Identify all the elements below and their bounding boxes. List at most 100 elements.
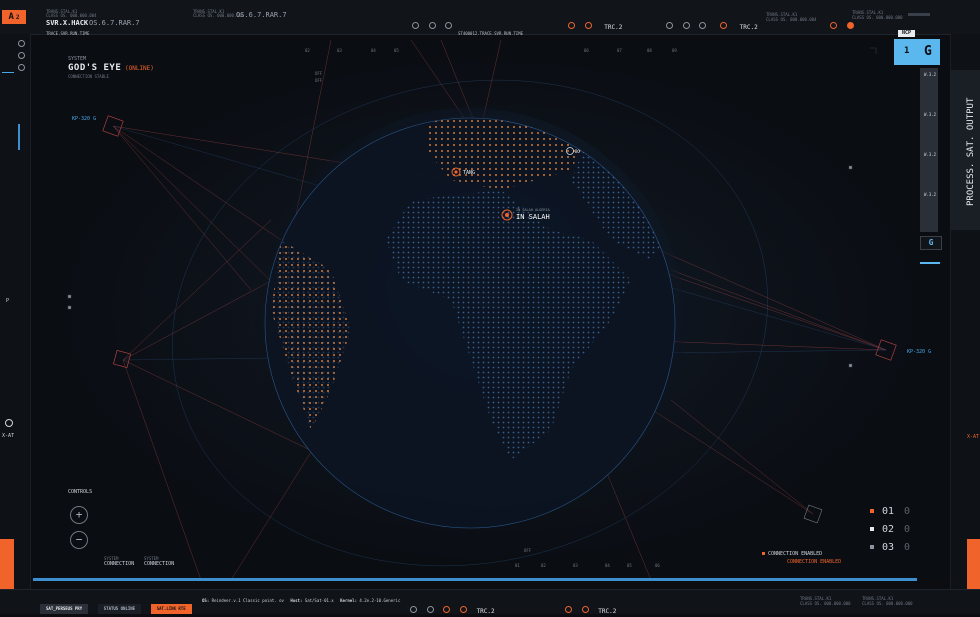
- right-rail-alert: [967, 539, 980, 589]
- legend-swatch: [870, 509, 874, 513]
- connection-enabled-row: CONNECTION ENABLED: [762, 551, 822, 557]
- target-icon[interactable]: [459, 606, 467, 613]
- grid-number: 03: [337, 48, 342, 53]
- system-status: (ONLINE): [125, 65, 154, 72]
- city-label-tang: TANG: [463, 170, 476, 176]
- system-label: SYSTEM: [68, 56, 87, 62]
- system-connection-value: CONNECTION: [104, 561, 135, 567]
- footer-kernel-value: 4.2e.2-10.Generic: [359, 598, 401, 603]
- grid-number-bottom: 04: [605, 563, 610, 568]
- footer-micro-4: CLASS OS. 000.000.000: [862, 601, 913, 606]
- progress-bar: [33, 578, 917, 581]
- controls-label: CONTROLS: [68, 489, 93, 495]
- legend-swatch: [870, 545, 874, 549]
- app-version-2: OS.6.7.RAR.7: [236, 11, 287, 19]
- grid-number: 04: [371, 48, 376, 53]
- left-rail-tick: [2, 72, 14, 73]
- app-version: OS.6.7.RAR.7: [89, 19, 140, 27]
- radio-icon[interactable]: [5, 419, 13, 427]
- footer-micro-2: CLASS OS. 000.000.000: [800, 601, 851, 606]
- system-connection-1: SYSTEM CONNECTION: [104, 556, 134, 567]
- city-label-bo: BO: [575, 149, 580, 154]
- grid-number-bottom: 01: [515, 563, 520, 568]
- right-panel-column: W.3.2 W.3.2 W.3.2 W.3.2: [920, 68, 938, 232]
- trace-label-2: ST400012.TRACE.SVR.RUN.TIME: [458, 31, 524, 36]
- legend-row[interactable]: 01 0: [870, 503, 910, 521]
- bottom-bar: SAT_PERSEUS PRY STATUS ONLINE SAT.LINK R…: [0, 589, 980, 617]
- grid-number: 02: [305, 48, 310, 53]
- satellite-label-left[interactable]: KP-320 G: [72, 116, 96, 122]
- left-rail-p[interactable]: P: [6, 298, 9, 304]
- legend-count: 0: [904, 524, 911, 535]
- grid-number-bottom: 02: [541, 563, 546, 568]
- left-rail-buttons: [18, 40, 25, 71]
- selection-index: 1: [904, 46, 910, 56]
- sub-bar: TRACE.SVR.RUN.TIME ST400012.TRACE.SVR.RU…: [0, 28, 980, 40]
- panel-row: W.3.2: [924, 192, 937, 197]
- target-icon[interactable]: [565, 606, 572, 613]
- zoom-out-button[interactable]: −: [70, 531, 88, 549]
- connection-status: CONNECTION STABLE: [68, 74, 109, 79]
- left-rail-indicator: [18, 124, 20, 150]
- left-rail-alert: [0, 539, 14, 589]
- g-button[interactable]: G: [920, 236, 942, 250]
- target-icon[interactable]: [581, 606, 589, 613]
- footer-micro-group: TRANS.STAL.K1 CLASS OS. 000.000.000: [800, 596, 851, 606]
- status-dot: [762, 552, 765, 555]
- legend-num: 01: [882, 506, 895, 517]
- satellite-label-right[interactable]: KP-320 G: [907, 349, 931, 355]
- system-name: GOD'S EYE: [68, 63, 122, 73]
- grid-number: 06: [584, 48, 589, 53]
- grid-number: 09: [672, 48, 677, 53]
- right-rail-xat: X-AT: [967, 434, 980, 440]
- connection-enabled-text: CONNECTION ENABLED: [768, 551, 823, 557]
- globe-canvas: [67, 40, 897, 580]
- panel-row: W.3.2: [924, 112, 937, 117]
- grid-number: 07: [617, 48, 622, 53]
- connection-enabled-text-2: CONNECTION ENABLED: [787, 559, 842, 565]
- left-rail-xat: X-AT: [2, 433, 15, 439]
- city-sublabel-in-salah: IN SALAH ALGERIA: [516, 208, 550, 212]
- app-title: SVR.X.HACK: [46, 19, 89, 27]
- system-connection-value: CONNECTION: [144, 561, 175, 567]
- satellite-box: [113, 350, 131, 368]
- grid-number: 05: [394, 48, 399, 53]
- legend-swatch: [870, 527, 874, 531]
- header-micro-6: CLASS OS. 000.000.004: [766, 17, 817, 22]
- badge-letter: A: [8, 12, 14, 22]
- header-micro-group: TRANS.STAL.K1 CLASS OS. 000.000.004: [766, 12, 817, 22]
- off-label: OFF: [315, 71, 323, 76]
- legend: 01 0 02 0 03 0: [870, 503, 910, 557]
- off-label: OFF: [524, 548, 532, 553]
- footer-controls: TRC.2: [410, 598, 495, 617]
- circle-icon[interactable]: [410, 606, 417, 613]
- left-rail: P X-AT: [0, 34, 31, 589]
- app-badge[interactable]: A2: [2, 10, 26, 24]
- circle-icon[interactable]: [18, 40, 25, 47]
- panel-row: W.3.2: [924, 152, 937, 157]
- legend-row[interactable]: 03 0: [870, 539, 910, 557]
- panel-row: W.3.2: [924, 72, 937, 77]
- circle-icon[interactable]: [18, 52, 25, 59]
- target-icon[interactable]: [443, 606, 451, 613]
- grid-number-bottom: 03: [573, 563, 578, 568]
- circle-icon[interactable]: [426, 606, 434, 613]
- status-pills: SAT_PERSEUS PRY STATUS ONLINE SAT.LINK R…: [40, 595, 192, 614]
- globe-viewport[interactable]: 02 03 04 05 06 07 08 09 01 02 03 04 05 0…: [31, 40, 949, 580]
- process-title: PROCESS. SAT. OUTPUT: [966, 97, 976, 206]
- footer-os-label: OS:: [202, 598, 210, 603]
- badge-number: 2: [15, 14, 20, 21]
- grid-number-bottom: 05: [627, 563, 632, 568]
- selection-letter: G: [924, 44, 932, 59]
- circle-icon[interactable]: [18, 64, 25, 71]
- footer-controls-2: TRC.2: [565, 598, 616, 617]
- ncp-tag: NCP: [898, 30, 915, 37]
- city-label-in-salah: IN SALAH: [516, 213, 550, 221]
- selection-panel[interactable]: 1 G: [894, 39, 940, 65]
- footer-micro-group-2: TRANS.STAL.K1 CLASS OS. 000.000.000: [862, 596, 913, 606]
- footer-host-label: Host:: [290, 598, 303, 603]
- trace-label: TRACE.SVR.RUN.TIME: [46, 31, 90, 36]
- zoom-in-button[interactable]: +: [70, 506, 88, 524]
- legend-row[interactable]: 02 0: [870, 521, 910, 539]
- system-connection-2: SYSTEM CONNECTION: [144, 556, 174, 567]
